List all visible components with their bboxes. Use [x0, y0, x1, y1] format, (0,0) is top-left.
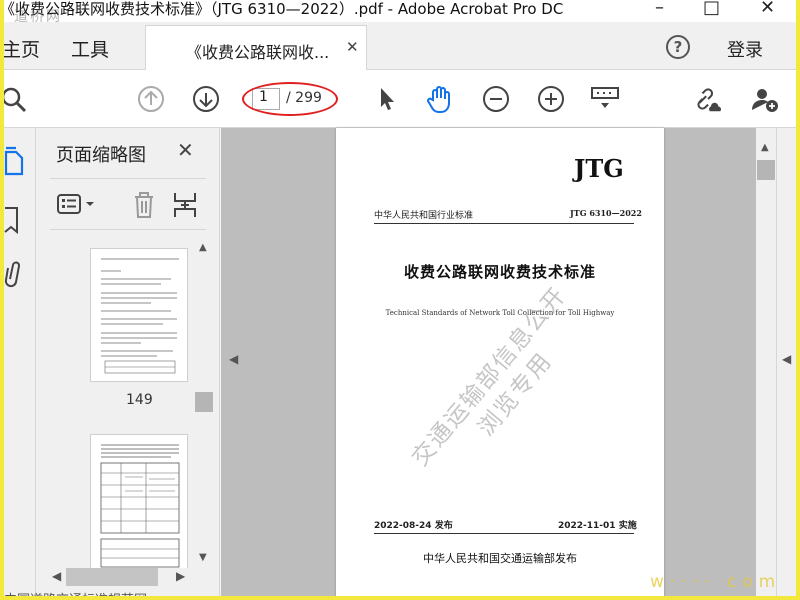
- horizontal-scroll-thumb[interactable]: [66, 568, 158, 586]
- panel-title: 页面缩略图: [56, 145, 146, 166]
- zoom-out-icon[interactable]: [481, 84, 511, 114]
- close-window-button[interactable]: ✕: [760, 0, 775, 18]
- bottom-watermark: w···· com: [650, 572, 782, 592]
- publisher: 中华人民共和国交通运输部发布: [423, 552, 577, 565]
- tab-document-label: 《收费公路联网收...: [186, 43, 330, 62]
- page-thumbnail[interactable]: [90, 434, 188, 574]
- navigation-rail: [4, 128, 36, 600]
- pdf-page: JTG 中华人民共和国行业标准 JTG 6310—2022 收费公路联网收费技术…: [336, 128, 664, 600]
- scroll-thumb[interactable]: [195, 392, 213, 412]
- minimize-button[interactable]: –: [655, 0, 664, 18]
- header-rule: [374, 223, 634, 224]
- doc-scroll-thumb[interactable]: [757, 160, 775, 180]
- login-button[interactable]: 登录: [727, 36, 763, 62]
- scroll-up-arrow[interactable]: ▲: [199, 242, 207, 253]
- annotation-circle: [242, 82, 338, 116]
- select-cursor-icon[interactable]: [372, 84, 402, 114]
- thumbnail-panel: 页面缩略图 ✕ 149 ▲ ▼ ◀ ▶: [36, 128, 220, 600]
- toolbar: 1 / 299: [0, 70, 800, 128]
- standard-type: 中华人民共和国行业标准: [374, 211, 474, 221]
- footer-rule: [374, 533, 634, 534]
- expand-right-panel-arrow[interactable]: ◀: [782, 352, 791, 366]
- doc-scroll-up-arrow[interactable]: ▲: [761, 142, 769, 153]
- page-thumbnails-icon[interactable]: [4, 146, 26, 180]
- right-rail: ◀: [776, 128, 796, 600]
- document-title: 收费公路联网收费技术标准: [403, 263, 596, 281]
- add-user-icon[interactable]: [750, 84, 780, 114]
- thumbnail-options-icon[interactable]: [56, 193, 96, 221]
- attachments-icon[interactable]: [4, 260, 22, 294]
- standard-code: JTG 6310—2022: [570, 208, 642, 218]
- collapse-left-panel-arrow[interactable]: ◀: [229, 352, 238, 366]
- tab-tools[interactable]: 工具: [71, 35, 109, 62]
- scroll-down-arrow[interactable]: ▼: [199, 552, 207, 563]
- tab-bar: 主页 工具 《收费公路联网收... ✕ ? 登录: [0, 22, 800, 70]
- tab-document[interactable]: 《收费公路联网收... ✕: [145, 25, 367, 70]
- issue-date: 2022-08-24 发布: [374, 521, 453, 531]
- thumbnail-scrollbar[interactable]: ▲ ▼: [195, 240, 213, 566]
- hand-tool-icon[interactable]: [425, 84, 455, 114]
- thumbnail-page-label: 149: [126, 392, 153, 408]
- help-icon[interactable]: ?: [666, 35, 690, 59]
- insert-page-icon[interactable]: [172, 191, 198, 223]
- document-viewport[interactable]: ◀ JTG 中华人民共和国行业标准 JTG 6310—2022 收费公路联网收费…: [221, 128, 776, 600]
- window-title: 《收费公路联网收费技术标准》（JTG 6310—2022）.pdf - Adob…: [0, 0, 564, 18]
- bookmarks-icon[interactable]: [4, 206, 20, 240]
- search-icon[interactable]: [0, 84, 28, 114]
- effective-date: 2022-11-01 实施: [558, 521, 637, 531]
- maximize-button[interactable]: □: [703, 0, 720, 18]
- keyboard-icon[interactable]: [590, 84, 620, 114]
- document-subtitle: Technical Standards of Network Toll Coll…: [385, 309, 615, 317]
- close-panel-icon[interactable]: ✕: [177, 138, 194, 162]
- previous-page-icon[interactable]: [136, 84, 166, 114]
- zoom-in-icon[interactable]: [536, 84, 566, 114]
- document-scrollbar[interactable]: ▲: [756, 128, 776, 600]
- title-bar: 《收费公路联网收费技术标准》（JTG 6310—2022）.pdf - Adob…: [0, 0, 800, 25]
- thumbnail-horizontal-scrollbar[interactable]: ◀ ▶: [46, 568, 196, 586]
- panel-toolbar: [50, 178, 206, 230]
- scroll-left-arrow[interactable]: ◀: [52, 569, 61, 583]
- next-page-icon[interactable]: [191, 84, 221, 114]
- close-tab-icon[interactable]: ✕: [346, 38, 359, 56]
- bottom-overlay-text: 中国道路交通标准规范网: [4, 589, 147, 600]
- delete-page-icon[interactable]: [132, 190, 156, 224]
- share-link-icon[interactable]: [694, 84, 724, 114]
- tab-home[interactable]: 主页: [2, 35, 40, 62]
- scroll-right-arrow[interactable]: ▶: [176, 569, 185, 583]
- jtg-logo: JTG: [574, 154, 624, 183]
- page-thumbnail[interactable]: [90, 248, 188, 382]
